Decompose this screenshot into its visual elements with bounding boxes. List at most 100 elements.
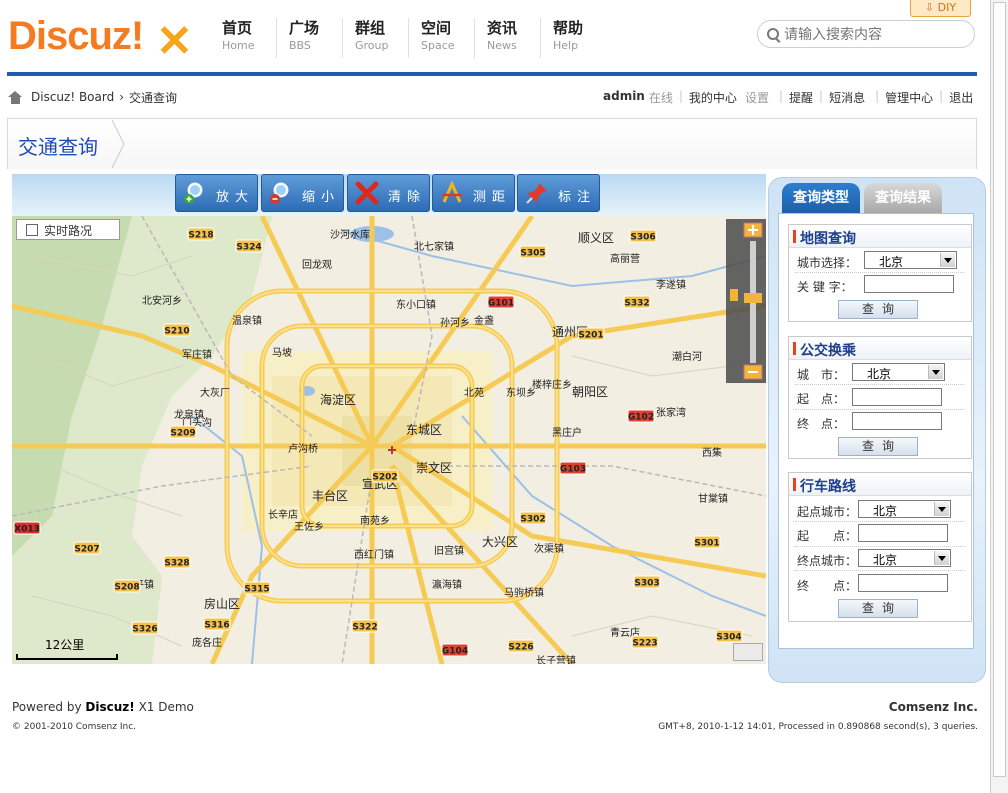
vertical-scrollbar[interactable]	[990, 0, 1008, 793]
nav-item-bbs[interactable]: 广场 BBS	[276, 18, 342, 58]
chevron-down-icon	[934, 551, 949, 565]
map-place-label: 沙河水库	[330, 228, 370, 241]
online-status[interactable]: 在线	[649, 89, 673, 106]
zoom-out-button[interactable]: 缩小	[261, 174, 344, 212]
scrollbar-thumb[interactable]	[993, 2, 1006, 777]
map-search-button[interactable]: 查询	[838, 300, 918, 319]
svg-text:G104: G104	[442, 647, 468, 657]
svg-text:S202: S202	[372, 473, 397, 483]
product-link[interactable]: Discuz!	[85, 700, 134, 714]
breadcrumb-separator: ›	[119, 90, 125, 104]
svg-text:S209: S209	[170, 429, 195, 439]
tab-query-result[interactable]: 查询结果	[864, 183, 942, 213]
bus-city-select[interactable]: 北京	[852, 363, 945, 381]
overview-map-toggle[interactable]	[733, 643, 763, 661]
my-center-link[interactable]: 我的中心	[689, 89, 737, 106]
svg-text:S322: S322	[352, 623, 377, 633]
nav-label: 空间	[421, 19, 452, 37]
drive-to-input[interactable]	[858, 574, 948, 592]
map-place-label: 金盏	[474, 314, 494, 327]
map-place-label: 长辛店	[268, 508, 298, 521]
nav-item-news[interactable]: 资讯 News	[474, 18, 540, 58]
user-bar: admin 在线 | 我的中心 设置 | 提醒 | 短消息 | 管理中心 | 退…	[603, 89, 973, 106]
map-place-label: 龙泉镇	[174, 408, 204, 421]
map-canvas[interactable]: 沙河水库 北七家镇 顺义区 东小口镇 孙河乡 李遂镇 海淀区 东城区 崇文区 宣武区 丰台区 朝阳区门…	[12, 216, 766, 664]
svg-text:S301: S301	[694, 539, 719, 549]
divider	[795, 384, 965, 386]
zoom-in-button[interactable]: 放大	[175, 174, 258, 212]
notifications-link[interactable]: 提醒	[789, 89, 813, 106]
header-divider	[7, 72, 977, 76]
bus-to-input[interactable]	[852, 412, 942, 430]
bus-from-label: 起 点：	[797, 392, 846, 406]
drive-from-city-select[interactable]: 北京	[858, 500, 951, 518]
box-title: 行车路线	[800, 479, 856, 495]
svg-text:G102: G102	[628, 413, 654, 423]
road-shield: S208	[113, 579, 141, 593]
map-place-label: 长子营镇	[536, 654, 576, 664]
diy-button[interactable]: ⇩ DIY	[910, 0, 971, 17]
zoom-control[interactable]	[726, 219, 766, 383]
logo-text: Discuz!	[8, 14, 144, 58]
search-input[interactable]	[782, 26, 966, 44]
home-icon[interactable]	[8, 90, 23, 104]
divider	[795, 546, 965, 548]
search-icon[interactable]	[767, 28, 779, 40]
road-shield: S326	[131, 621, 159, 635]
map-place-label: 西集	[702, 446, 722, 459]
divider	[795, 570, 965, 572]
nav-item-home[interactable]: 首页 Home	[210, 18, 276, 58]
nav-sublabel: Group	[355, 39, 389, 52]
settings-link[interactable]: 设置	[745, 89, 769, 106]
admin-center-link[interactable]: 管理中心	[885, 89, 933, 106]
svg-text:S305: S305	[520, 249, 545, 259]
box-title-bar: 行车路线	[789, 473, 971, 496]
traffic-toggle[interactable]: 实时路况	[16, 219, 120, 240]
svg-text:X013: X013	[14, 525, 40, 535]
drive-from-input[interactable]	[858, 524, 948, 542]
road-shield: G102	[627, 409, 655, 423]
clear-button[interactable]: 清除	[347, 174, 430, 212]
road-shield: S210	[163, 323, 191, 337]
title-marker	[793, 478, 796, 491]
map-place-label: 旧宫镇	[434, 544, 464, 557]
box-title-bar: 地图查询	[789, 225, 971, 248]
map-place-label: 庞各庄	[192, 636, 222, 649]
nav-item-help[interactable]: 帮助 Help	[540, 18, 606, 58]
svg-text:S328: S328	[164, 559, 189, 569]
logout-link[interactable]: 退出	[949, 89, 973, 106]
drive-to-city-select[interactable]: 北京	[858, 549, 951, 567]
drive-from-city-label: 起点城市：	[797, 505, 858, 519]
map-place-label: 北七家镇	[414, 240, 454, 253]
drive-search-button[interactable]: 查询	[838, 599, 918, 618]
copyright: © 2001-2010 Comsenz Inc.	[12, 722, 137, 732]
map-place-label: 卢沟桥	[288, 442, 318, 455]
discuz-logo[interactable]: Discuz! ✕	[8, 14, 198, 66]
svg-text:S207: S207	[74, 545, 99, 555]
processing-stats: GMT+8, 2010-1-12 14:01, Processed in 0.8…	[658, 722, 978, 732]
breadcrumb-root[interactable]: Discuz! Board	[31, 90, 114, 104]
measure-button[interactable]: 测距	[432, 174, 515, 212]
mark-button[interactable]: 标注	[517, 174, 600, 212]
username[interactable]: admin	[603, 89, 645, 106]
messages-link[interactable]: 短消息	[829, 89, 865, 106]
nav-item-space[interactable]: 空间 Space	[408, 18, 474, 58]
separator: |	[678, 89, 683, 103]
bus-search-button[interactable]: 查询	[838, 437, 918, 456]
road-shield: S201	[577, 327, 605, 341]
tab-query-type[interactable]: 查询类型	[782, 183, 860, 213]
city-select[interactable]: 北京	[864, 251, 957, 269]
svg-text:S326: S326	[132, 625, 157, 635]
diy-arrow-icon: ⇩	[924, 1, 938, 14]
road-shield: S202	[371, 469, 399, 483]
road-shield: S324	[235, 239, 263, 253]
bus-from-input[interactable]	[852, 388, 942, 406]
nav-item-group[interactable]: 群组 Group	[342, 18, 408, 58]
keyword-input[interactable]	[864, 275, 954, 293]
company-link[interactable]: Comsenz Inc.	[889, 700, 978, 714]
svg-text:S226: S226	[508, 643, 533, 653]
map-place-label: 崇文区	[416, 460, 452, 475]
tool-label: 测距	[473, 190, 512, 205]
traffic-checkbox[interactable]	[26, 224, 38, 236]
svg-text:S306: S306	[630, 233, 655, 243]
